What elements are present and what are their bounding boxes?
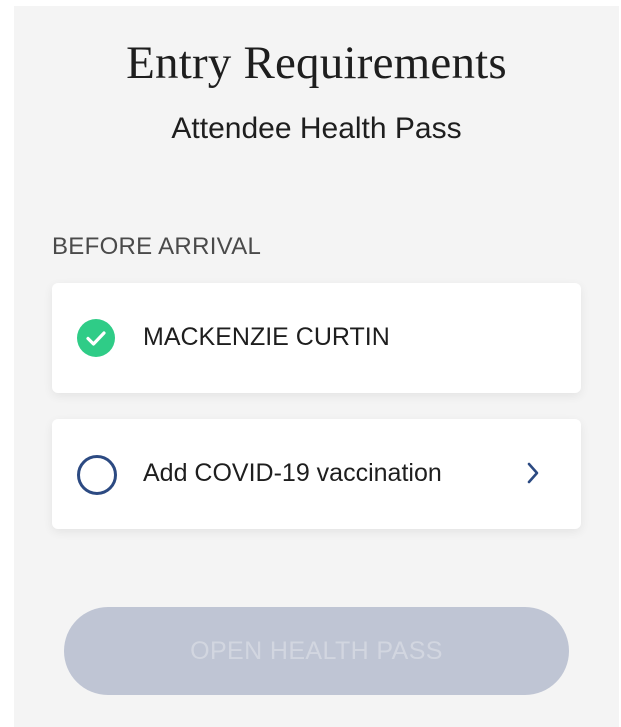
requirement-item-vaccination[interactable]: Add COVID-19 vaccination	[52, 419, 581, 529]
requirement-item-attendee[interactable]: MACKENZIE CURTIN	[52, 283, 581, 393]
requirement-label: Add COVID-19 vaccination	[143, 459, 442, 487]
chevron-right-icon	[526, 461, 540, 490]
entry-requirements-screen: Entry Requirements Attendee Health Pass …	[14, 6, 619, 727]
requirement-label: MACKENZIE CURTIN	[143, 323, 390, 351]
page-subtitle: Attendee Health Pass	[171, 112, 462, 145]
page-title: Entry Requirements	[126, 37, 507, 89]
open-health-pass-button[interactable]: OPEN HEALTH PASS	[64, 607, 569, 695]
section-label: BEFORE ARRIVAL	[52, 233, 262, 260]
check-circle-icon	[77, 319, 115, 357]
empty-circle-icon	[77, 455, 117, 495]
